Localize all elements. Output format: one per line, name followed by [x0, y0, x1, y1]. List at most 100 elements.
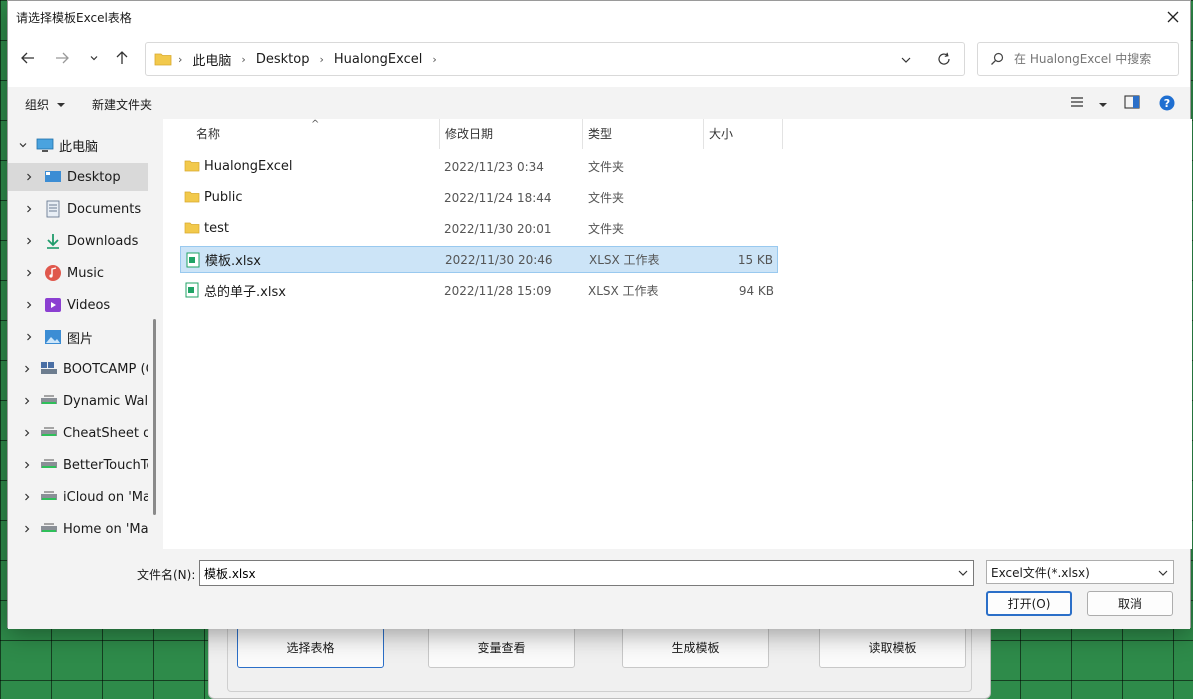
read-template-button[interactable]: 读取模板: [819, 627, 966, 668]
column-header-type[interactable]: 类型: [588, 119, 612, 147]
file-modified: 2022/11/24 18:44: [444, 190, 552, 205]
file-list: ^ 名称 修改日期 类型 大小 HualongExcel 2022/11/23 …: [163, 119, 1192, 549]
tree-item-home[interactable]: Home on 'Ma: [8, 515, 148, 543]
filename-combobox[interactable]: [199, 560, 974, 586]
tree-item-bettertouchtool[interactable]: BetterTouchTo: [8, 451, 148, 479]
chevron-right-icon[interactable]: [22, 492, 32, 502]
chevron-right-icon[interactable]: [22, 364, 32, 374]
arrow-up-icon: [116, 51, 128, 64]
documents-icon: [46, 200, 60, 218]
sidebar-scrollbar[interactable]: [153, 319, 156, 515]
open-button[interactable]: 打开(O): [986, 591, 1072, 616]
computer-icon: [36, 138, 54, 152]
file-row-public[interactable]: Public 2022/11/24 18:44 文件夹: [180, 184, 778, 211]
search-box[interactable]: [977, 42, 1179, 76]
breadcrumb-hualongexcel[interactable]: HualongExcel: [330, 52, 426, 67]
tree-item-videos[interactable]: Videos: [8, 291, 148, 319]
up-button[interactable]: [111, 47, 133, 69]
filter-value: Excel文件(*.xlsx): [991, 565, 1090, 580]
tree-item-dynamic-wallpaper[interactable]: Dynamic Wallp: [8, 387, 148, 415]
file-type: 文件夹: [588, 160, 625, 174]
address-bar[interactable]: › 此电脑 › Desktop › HualongExcel ›: [145, 42, 965, 76]
file-row-template-xlsx[interactable]: 模板.xlsx 2022/11/30 20:46 XLSX 工作表 15 KB: [180, 246, 778, 273]
new-folder-button[interactable]: 新建文件夹: [92, 96, 152, 113]
column-header-name[interactable]: 名称: [196, 119, 220, 147]
tree-item-icloud[interactable]: iCloud on 'Ma: [8, 483, 148, 511]
download-icon: [47, 234, 59, 249]
chevron-down-icon[interactable]: [16, 140, 30, 150]
refresh-icon[interactable]: [936, 51, 952, 67]
column-divider[interactable]: [439, 119, 440, 149]
view-variables-button[interactable]: 变量查看: [428, 627, 575, 668]
filename-input[interactable]: [204, 566, 944, 580]
tree-item-desktop[interactable]: Desktop: [8, 163, 148, 191]
chevron-right-icon[interactable]: [22, 396, 32, 406]
file-row-hualongexcel[interactable]: HualongExcel 2022/11/23 0:34 文件夹: [180, 153, 778, 180]
chevron-down-icon[interactable]: [957, 567, 969, 579]
column-divider[interactable]: [582, 119, 583, 149]
sort-ascending-icon: ^: [311, 119, 320, 130]
file-name: 总的单子.xlsx: [204, 285, 286, 300]
tree-item-bootcamp[interactable]: BOOTCAMP (C: [8, 355, 148, 383]
tree-item-pictures[interactable]: 图片: [8, 323, 148, 351]
breadcrumb-separator: ›: [432, 52, 437, 66]
command-toolbar: 组织 新建文件夹 ?: [8, 87, 1190, 119]
dialog-title: 请选择模板Excel表格: [16, 11, 132, 25]
folder-icon: [184, 222, 200, 234]
chevron-right-icon[interactable]: [22, 268, 36, 278]
tree-item-cheatsheet[interactable]: CheatSheet on: [8, 419, 148, 447]
column-header-size[interactable]: 大小: [709, 119, 733, 147]
column-divider[interactable]: [782, 119, 783, 149]
tree-item-documents[interactable]: Documents: [8, 195, 148, 223]
arrow-left-icon: [21, 52, 34, 64]
tree-item-music[interactable]: Music: [8, 259, 148, 287]
breadcrumb-this-pc[interactable]: 此电脑: [188, 50, 235, 69]
tree-item-label: Dynamic Wallp: [63, 393, 148, 409]
chevron-down-icon[interactable]: [898, 52, 914, 68]
music-icon: [45, 265, 61, 281]
folder-icon: [154, 53, 172, 66]
excel-file-icon: [186, 252, 200, 268]
tree-item-this-pc[interactable]: 此电脑: [8, 131, 148, 159]
chevron-right-icon[interactable]: [22, 204, 36, 214]
search-input[interactable]: [1014, 52, 1174, 66]
file-type: XLSX 工作表: [589, 253, 660, 267]
preview-pane-icon: [1124, 95, 1140, 109]
recent-locations-button[interactable]: [83, 47, 105, 69]
cancel-button[interactable]: 取消: [1087, 591, 1173, 616]
filename-label: 文件名(N):: [137, 568, 196, 582]
help-button[interactable]: ?: [1159, 95, 1175, 114]
chevron-right-icon[interactable]: [22, 332, 36, 342]
network-drive-icon: [41, 459, 57, 468]
chevron-right-icon[interactable]: [22, 524, 32, 534]
chevron-right-icon[interactable]: [22, 172, 36, 182]
chevron-right-icon[interactable]: [22, 236, 36, 246]
breadcrumb-desktop[interactable]: Desktop: [252, 52, 314, 67]
windows-drive-icon: [41, 362, 57, 374]
column-divider[interactable]: [703, 119, 704, 149]
dialog-footer: 文件名(N): Excel文件(*.xlsx) 打开(O) 取消: [8, 549, 1190, 629]
file-row-total-orders-xlsx[interactable]: 总的单子.xlsx 2022/11/28 15:09 XLSX 工作表 94 K…: [180, 277, 778, 304]
forward-button[interactable]: [51, 47, 73, 69]
tree-item-label: 此电脑: [59, 139, 99, 155]
tree-item-downloads[interactable]: Downloads: [8, 227, 148, 255]
column-header-modified[interactable]: 修改日期: [445, 119, 493, 147]
close-icon: [1167, 11, 1179, 23]
file-type-filter[interactable]: Excel文件(*.xlsx): [986, 560, 1174, 584]
preview-pane-button[interactable]: [1124, 95, 1140, 112]
file-row-test[interactable]: test 2022/11/30 20:01 文件夹: [180, 215, 778, 242]
tree-item-label: Music: [67, 265, 104, 281]
chevron-right-icon[interactable]: [22, 300, 36, 310]
file-modified: 2022/11/23 0:34: [444, 159, 544, 174]
tree-item-label: Desktop: [67, 169, 121, 185]
chevron-right-icon[interactable]: [22, 460, 32, 470]
generate-template-button[interactable]: 生成模板: [622, 627, 769, 668]
chevron-right-icon[interactable]: [22, 428, 32, 438]
file-size: 15 KB: [737, 252, 773, 267]
back-button[interactable]: [17, 47, 39, 69]
navigation-bar: › 此电脑 › Desktop › HualongExcel ›: [8, 39, 1190, 79]
select-table-button[interactable]: 选择表格: [237, 627, 384, 668]
close-button[interactable]: [1156, 1, 1190, 33]
organize-menu[interactable]: 组织: [25, 96, 66, 113]
view-options-button[interactable]: [1070, 95, 1108, 112]
